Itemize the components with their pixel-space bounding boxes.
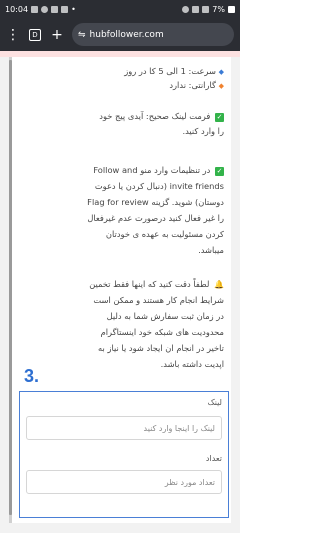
- notice-line-1: 🔔 لطفاً دقت کنید که اینها فقط تخمین: [89, 279, 224, 289]
- follow-line-5: کردن مسئولیت به عهده ی خودتان: [105, 229, 224, 239]
- menu-dots-icon[interactable]: ⋮: [6, 27, 20, 43]
- tab-switcher-button[interactable]: D: [28, 28, 42, 42]
- bell-icon: 🔔: [214, 280, 224, 289]
- warranty-line: ◆ گارانتی: ندارد: [169, 80, 224, 90]
- step-number: 3.: [24, 366, 40, 386]
- order-form: لینک تعداد: [19, 391, 229, 518]
- notice-line-5: تاخیر در انجام ان ایجاد شود یا نیاز به: [98, 343, 224, 353]
- tab-count: D: [29, 28, 41, 41]
- link-input[interactable]: [26, 416, 222, 440]
- notice-line-4: محدودیت های شبکه خود اینستاگرام: [100, 327, 224, 337]
- check-icon: ✓: [215, 113, 224, 122]
- status-bar: 10:04 • 7%: [0, 0, 240, 18]
- more-dot-icon: •: [71, 4, 76, 14]
- diamond-icon: ◆: [218, 68, 224, 76]
- follow-line-2: invite friends (دنبال کردن یا دعوت: [94, 181, 224, 191]
- address-bar[interactable]: ⇋ hubfollower.com: [72, 23, 234, 46]
- status-left: 10:04 •: [5, 5, 76, 14]
- signal-icon: [202, 5, 210, 13]
- speed-line: ◆ سرعت: 1 الی 5 کا در روز: [124, 66, 224, 76]
- alarm-icon: [182, 5, 190, 13]
- browser-toolbar: ⋮ D + ⇋ hubfollower.com: [0, 18, 240, 51]
- follow-line-6: میباشد.: [198, 245, 224, 255]
- follow-line-4: را غیر فعال کنید درصورت عدم غیرفعال: [87, 213, 224, 223]
- orange-diamond-icon: ◆: [218, 82, 224, 90]
- new-tab-plus-icon[interactable]: +: [50, 27, 64, 43]
- link-format-line-2: را وارد کنید.: [182, 126, 224, 136]
- link-format-line-1: ✓ فرمت لینک صحیح: آیدی پیج خود: [99, 111, 224, 122]
- notice-line-2: شرایط انجام کار هستند و ممکن است: [93, 295, 224, 305]
- link-label: لینک: [207, 398, 222, 407]
- follow-line-1: ✓ در تنظیمات وارد منو Follow and: [93, 165, 224, 176]
- scrollbar-thumb[interactable]: [9, 60, 12, 515]
- url-text: hubfollower.com: [89, 29, 164, 40]
- notification-icon: [31, 5, 39, 13]
- battery-icon: [228, 5, 235, 13]
- status-right: 7%: [182, 5, 235, 14]
- battery-percent: 7%: [212, 4, 225, 14]
- site-settings-icon[interactable]: ⇋: [78, 30, 86, 40]
- check-icon: ✓: [215, 167, 224, 176]
- download-icon: [61, 5, 69, 13]
- image-icon: [51, 5, 59, 13]
- notice-line-3: در زمان ثبت سفارش شما به دلیل: [106, 311, 224, 321]
- follow-line-3: دوستان) شوید. گزینه Flag for review: [87, 197, 224, 207]
- quantity-label: تعداد: [205, 454, 222, 463]
- wifi-icon: [192, 5, 200, 13]
- quantity-input[interactable]: [26, 470, 222, 494]
- notice-line-6: اپدیت داشته باشد.: [160, 359, 224, 369]
- instagram-icon: [41, 5, 49, 13]
- status-time: 10:04: [5, 4, 29, 14]
